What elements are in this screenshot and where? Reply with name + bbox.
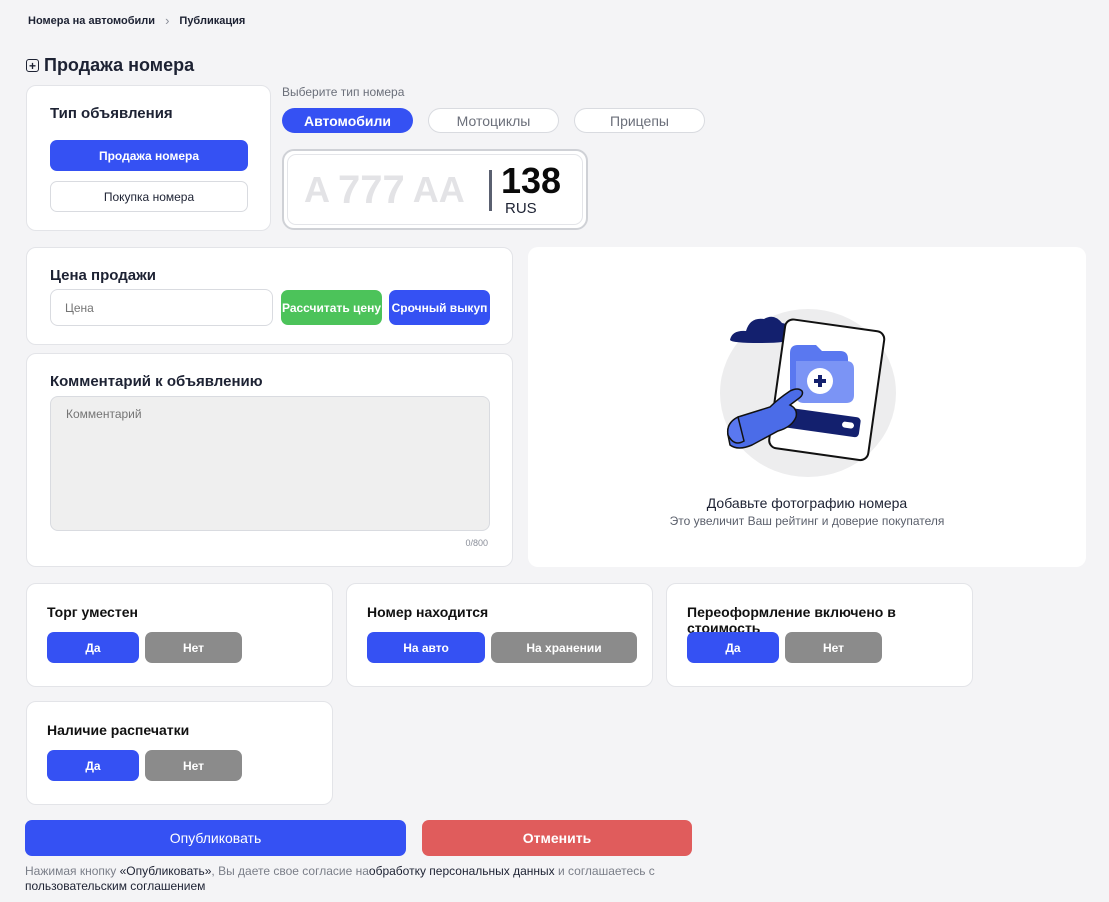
plate-main-chars: А 777 АА xyxy=(304,169,465,211)
user-agreement-link[interactable]: пользовательским соглашением xyxy=(25,879,205,893)
plate-letters2: АА xyxy=(412,169,465,210)
plate-country: RUS xyxy=(505,200,537,217)
plate-divider xyxy=(489,170,492,211)
on-car-button[interactable]: На авто xyxy=(367,632,485,663)
cancel-button[interactable]: Отменить xyxy=(422,820,692,856)
calculate-price-button[interactable]: Рассчитать цену xyxy=(281,290,382,325)
personal-data-link[interactable]: обработку персональных данных xyxy=(369,864,555,878)
consent-quoted: «Опубликовать» xyxy=(119,864,212,878)
printout-no-button[interactable]: Нет xyxy=(145,750,242,781)
plate-region: 138 xyxy=(501,160,562,201)
consent-text: Нажимая кнопку «Опубликовать», Вы даете … xyxy=(25,864,705,894)
price-title: Цена продажи xyxy=(50,267,156,284)
plate-digits: 777 xyxy=(338,168,405,212)
bargain-no-button[interactable]: Нет xyxy=(145,632,242,663)
consent-part2: , Вы даете свое согласие на xyxy=(211,864,369,878)
bargain-title: Торг уместен xyxy=(47,604,138,620)
license-plate-input[interactable]: А 777 АА 138 RUS xyxy=(282,149,588,230)
buy-number-button[interactable]: Покупка номера xyxy=(50,181,248,212)
number-type-motorcycles[interactable]: Мотоциклы xyxy=(428,108,559,133)
printout-card: Наличие распечатки Да Нет xyxy=(26,701,333,805)
comment-counter: 0/800 xyxy=(465,538,488,548)
breadcrumb-parent-link[interactable]: Номера на автомобили xyxy=(28,15,155,27)
breadcrumb-current: Публикация xyxy=(179,14,246,27)
page-header: + Продажа номера xyxy=(26,55,194,76)
number-type-cars[interactable]: Автомобили xyxy=(282,108,413,133)
price-card: Цена продажи Рассчитать цену Срочный вык… xyxy=(26,247,513,345)
breadcrumb: Номера на автомобили › Публикация xyxy=(28,13,245,28)
price-input[interactable] xyxy=(50,289,273,326)
photo-upload-card[interactable]: Добавьте фотографию номера Это увеличит … xyxy=(528,247,1086,567)
comment-title: Комментарий к объявлению xyxy=(50,373,263,390)
consent-part3: и соглашаетесь с xyxy=(554,864,655,878)
bargain-card: Торг уместен Да Нет xyxy=(26,583,333,687)
reregistration-card: Переоформление включено в стоимость Да Н… xyxy=(666,583,973,687)
photo-subtitle: Это увеличит Ваш рейтинг и доверие покуп… xyxy=(669,514,945,528)
reregistration-yes-button[interactable]: Да xyxy=(687,632,779,663)
number-type-trailers[interactable]: Прицепы xyxy=(574,108,705,133)
consent-part1: Нажимая кнопку xyxy=(25,864,120,878)
location-title: Номер находится xyxy=(367,604,489,620)
page-title: Продажа номера xyxy=(44,55,195,75)
printout-title: Наличие распечатки xyxy=(47,722,190,738)
number-type-label: Выберите тип номера xyxy=(282,85,405,99)
publish-button[interactable]: Опубликовать xyxy=(25,820,406,856)
sell-number-button[interactable]: Продажа номера xyxy=(50,140,248,171)
comment-textarea[interactable] xyxy=(50,396,490,531)
chevron-right-icon: › xyxy=(165,13,170,28)
in-storage-button[interactable]: На хранении xyxy=(491,632,637,663)
reregistration-no-button[interactable]: Нет xyxy=(785,632,882,663)
photo-upload-illustration xyxy=(720,309,896,477)
urgent-buyout-button[interactable]: Срочный выкуп xyxy=(389,290,490,325)
plate-letter1: А xyxy=(304,169,330,210)
plus-square-icon: + xyxy=(26,59,39,72)
photo-title: Добавьте фотографию номера xyxy=(706,495,908,511)
bargain-yes-button[interactable]: Да xyxy=(47,632,139,663)
comment-card: Комментарий к объявлению 0/800 xyxy=(26,353,513,567)
ad-type-card: Тип объявления Продажа номера Покупка но… xyxy=(26,85,271,231)
ad-type-title: Тип объявления xyxy=(50,105,173,122)
location-card: Номер находится На авто На хранении xyxy=(346,583,653,687)
printout-yes-button[interactable]: Да xyxy=(47,750,139,781)
